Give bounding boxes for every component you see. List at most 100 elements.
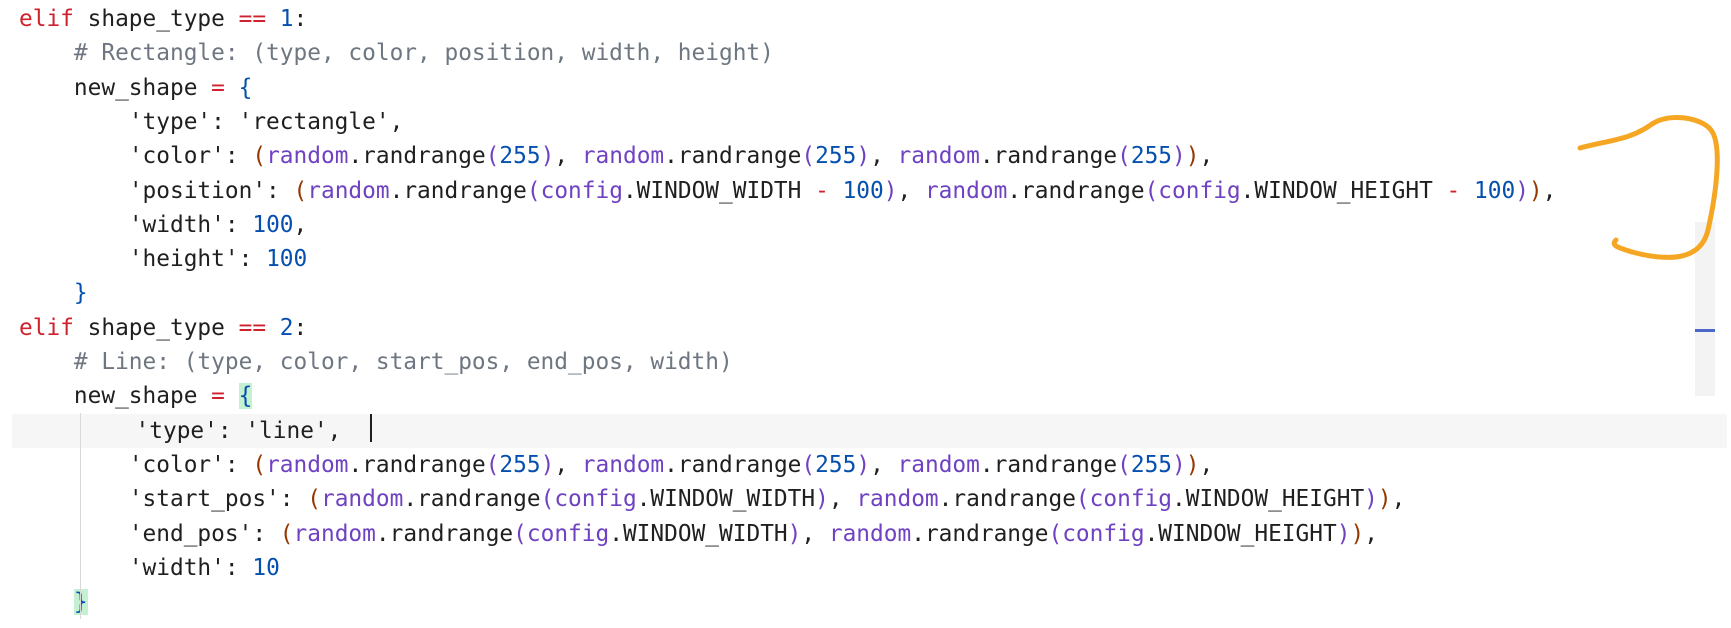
- code-token: 255: [815, 451, 857, 478]
- code-line[interactable]: # Line: (type, color, start_pos, end_pos…: [0, 345, 733, 379]
- code-line[interactable]: new_shape = {: [0, 379, 253, 413]
- code-token: random: [307, 177, 390, 204]
- code-token: config: [540, 177, 623, 204]
- code-token: 'type': 'line',: [135, 417, 342, 444]
- code-line[interactable]: elif shape_type == 1:: [0, 2, 307, 36]
- code-token: new_shape: [73, 383, 212, 410]
- code-token: ): [1364, 486, 1378, 513]
- code-token: ): [1336, 520, 1351, 547]
- scrollbar-marker: [1695, 329, 1715, 332]
- code-token: (: [252, 143, 267, 170]
- code-token: ,: [1542, 177, 1557, 204]
- code-token: 'width':: [128, 554, 253, 581]
- code-token: 'color':: [128, 451, 253, 478]
- code-token: ): [856, 143, 871, 170]
- code-line[interactable]: 'color': (random.randrange(255), random.…: [0, 139, 1213, 173]
- code-line[interactable]: # Rectangle: (type, color, position, wid…: [0, 36, 774, 70]
- code-token: .randrange: [1007, 177, 1145, 204]
- code-token: ,: [870, 451, 898, 478]
- code-line[interactable]: 'width': 10: [0, 551, 280, 585]
- code-token: ,: [897, 177, 925, 204]
- code-token: (: [1048, 520, 1063, 547]
- code-token: config: [526, 520, 610, 547]
- code-token: (: [293, 177, 308, 204]
- code-token: (: [513, 520, 527, 547]
- code-token: .WINDOW_HEIGHT: [1240, 177, 1447, 204]
- code-token: random: [924, 177, 1008, 204]
- code-token: random: [266, 143, 349, 170]
- code-token: 255: [815, 143, 857, 170]
- code-token: elif: [19, 314, 74, 341]
- code-token: ): [1515, 177, 1529, 204]
- code-token: (: [526, 177, 541, 204]
- code-line[interactable]: 'color': (random.randrange(255), random.…: [0, 448, 1213, 482]
- code-token: 100: [266, 246, 308, 273]
- code-token: 'position':: [128, 177, 294, 204]
- code-line[interactable]: }: [0, 276, 88, 310]
- code-token: ): [815, 486, 829, 513]
- code-token: 2: [279, 314, 294, 341]
- code-token: 'width':: [128, 211, 253, 238]
- code-token: 'type': 'rectangle',: [128, 108, 404, 135]
- code-token: .randrange: [389, 177, 527, 204]
- code-token: ): [856, 451, 871, 478]
- code-token: =: [211, 74, 225, 101]
- code-token: .randrange: [979, 451, 1118, 478]
- code-token: 255: [499, 451, 541, 478]
- code-line[interactable]: 'type': 'line',: [12, 413, 1727, 448]
- code-token: 1: [279, 6, 294, 32]
- code-line[interactable]: 'position': (random.randrange(config.WIN…: [0, 174, 1557, 208]
- code-token: .randrange: [664, 451, 802, 478]
- code-line[interactable]: 'end_pos': (random.randrange(config.WIND…: [0, 517, 1378, 551]
- code-editor[interactable]: elif shape_type == 1: # Rectangle: (type…: [0, 0, 1731, 628]
- code-line[interactable]: elif shape_type == 2:: [0, 311, 307, 345]
- code-token: 10: [252, 554, 280, 581]
- code-token: 255: [499, 143, 541, 170]
- code-token: ): [540, 451, 555, 478]
- code-token: config: [1062, 520, 1145, 547]
- code-token: 255: [1130, 143, 1173, 170]
- code-token: random: [828, 520, 912, 547]
- code-token: 100: [842, 177, 884, 204]
- code-token: random: [897, 143, 980, 170]
- code-token: (: [801, 143, 816, 170]
- code-token: (: [279, 520, 294, 547]
- code-token: elif: [19, 6, 74, 32]
- code-token: .randrange: [403, 486, 541, 513]
- code-token: .randrange: [375, 520, 514, 547]
- text-cursor: [370, 414, 372, 442]
- code-token: ==: [238, 314, 267, 341]
- code-token: config: [1089, 486, 1173, 513]
- code-token: new_shape: [73, 74, 212, 101]
- code-line[interactable]: 'width': 100,: [0, 208, 307, 242]
- code-token: ,: [554, 143, 582, 170]
- code-line[interactable]: }: [0, 585, 88, 619]
- code-token: config: [554, 486, 637, 513]
- code-token: {: [238, 74, 253, 101]
- code-line[interactable]: 'height': 100: [0, 242, 307, 276]
- code-line[interactable]: 'start_pos': (random.randrange(config.WI…: [0, 482, 1406, 516]
- code-line[interactable]: 'type': 'rectangle',: [0, 105, 404, 139]
- code-token: (: [540, 486, 555, 513]
- code-token: .randrange: [938, 486, 1076, 513]
- code-token: (: [1117, 451, 1131, 478]
- code-token: .WINDOW_HEIGHT: [1172, 486, 1365, 513]
- code-token: ,: [1364, 520, 1378, 547]
- code-line[interactable]: new_shape = {: [0, 71, 252, 105]
- code-token: random: [581, 143, 665, 170]
- code-token: random: [266, 451, 349, 478]
- code-token: ==: [238, 6, 267, 32]
- code-token: ): [540, 143, 555, 170]
- code-token: # Line: (type, color, start_pos, end_pos…: [73, 349, 733, 375]
- code-token: ,: [870, 143, 898, 170]
